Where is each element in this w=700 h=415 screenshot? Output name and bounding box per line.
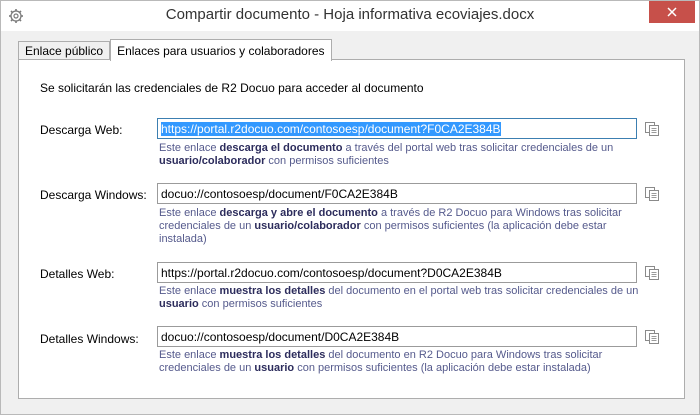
close-button[interactable] (649, 1, 695, 23)
window-title: Compartir documento - Hoja informativa e… (165, 6, 535, 23)
copy-icon[interactable] (644, 121, 660, 137)
tab-public-link[interactable]: Enlace público (18, 41, 111, 60)
share-document-dialog: Compartir documento - Hoja informativa e… (0, 0, 700, 415)
title-bar: Compartir documento - Hoja informativa e… (1, 1, 699, 31)
windows-details-label: Detalles Windows: (40, 332, 139, 346)
tab-users-collaborators-links[interactable]: Enlaces para usuarios y colaboradores (110, 39, 332, 61)
tab-bar: Enlace público Enlaces para usuarios y c… (18, 39, 332, 61)
web-details-label: Detalles Web: (40, 267, 115, 281)
copy-icon[interactable] (644, 265, 660, 281)
windows-download-link-field[interactable]: docuo://contosoesp/document/F0CA2E384B (157, 183, 637, 204)
copy-icon[interactable] (644, 329, 660, 345)
copy-icon[interactable] (644, 186, 660, 202)
web-details-description: Este enlace muestra los detalles del doc… (159, 285, 639, 310)
windows-details-link-field[interactable]: docuo://contosoesp/document/D0CA2E384B (157, 326, 637, 347)
windows-download-label: Descarga Windows: (40, 188, 147, 202)
windows-download-link-value: docuo://contosoesp/document/F0CA2E384B (161, 186, 398, 201)
windows-download-description: Este enlace descarga y abre el documento… (159, 207, 622, 245)
credentials-notice: Se solicitarán las credenciales de R2 Do… (40, 81, 424, 95)
windows-details-link-value: docuo://contosoesp/document/D0CA2E384B (161, 329, 400, 344)
windows-details-description: Este enlace muestra los detalles del doc… (159, 349, 603, 374)
web-download-link-value: https://portal.r2docuo.com/contosoesp/do… (161, 121, 501, 136)
web-details-link-value: https://portal.r2docuo.com/contosoesp/do… (161, 265, 502, 280)
tab-panel: Se solicitarán las credenciales de R2 Do… (18, 59, 685, 399)
web-download-label: Descarga Web: (40, 123, 123, 137)
close-icon (667, 7, 677, 17)
web-details-link-field[interactable]: https://portal.r2docuo.com/contosoesp/do… (157, 262, 637, 283)
web-download-description: Este enlace descarga el documento a trav… (159, 142, 614, 167)
web-download-link-field[interactable]: https://portal.r2docuo.com/contosoesp/do… (157, 118, 637, 139)
